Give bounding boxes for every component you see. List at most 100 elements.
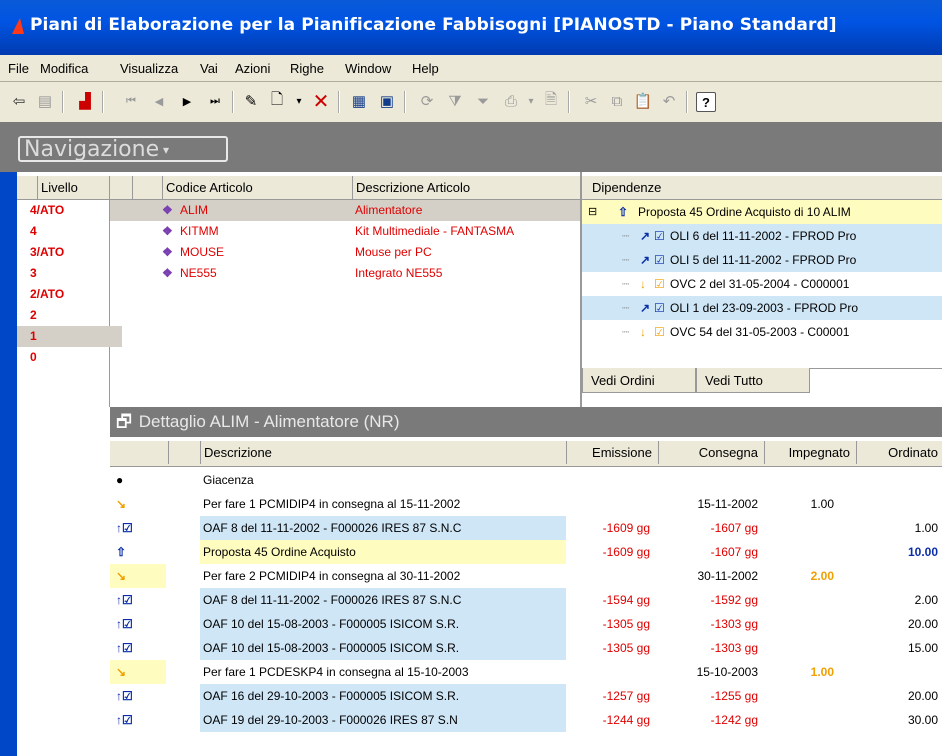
level-item[interactable]: 0 [17,347,122,368]
menu-righe[interactable]: Righe [290,61,324,76]
dependency-item[interactable]: ┈ ↓ ☑ OVC 2 del 31-05-2004 - C000001 [582,272,942,296]
menu-label: Vai [200,61,218,76]
tab-vedi-tutto[interactable]: Vedi Tutto [696,368,810,393]
detail-header-blank [168,441,200,464]
article-row[interactable]: ❖ KITMM Kit Multimediale - FANTASMA [110,221,580,242]
menu-vai[interactable]: Vai [200,61,218,76]
row-type-icon: ↘ [110,564,166,588]
copy-icon[interactable]: ⧉ [606,90,628,112]
tree-line: ┈ [622,301,630,315]
detail-desc-header[interactable]: Descrizione [200,441,566,464]
paste-icon[interactable]: 📋 [632,90,654,112]
row-type-icon: ● [110,468,166,492]
menu-file[interactable]: File [8,61,29,76]
menu-azioni[interactable]: Azioni [235,61,270,76]
detail-row[interactable]: ↑☑ OAF 8 del 11-11-2002 - F000026 IRES 87… [110,588,942,612]
dependency-root[interactable]: ⊟ ⇧ Proposta 45 Ordine Acquisto di 10 ALIM [582,200,942,224]
signal-icon[interactable]: ▟ [74,90,96,112]
article-desc: Alimentatore [355,203,423,217]
print-dropdown-icon[interactable]: ▾ [520,90,542,112]
title-bar[interactable]: Piani di Elaborazione per la Pianificazi… [0,0,942,55]
detail-row[interactable]: ↑☑ OAF 8 del 11-11-2002 - F000026 IRES 87… [110,516,942,540]
form-view-icon[interactable]: ▣ [376,90,398,112]
properties-icon[interactable]: ▤ [34,90,56,112]
menu-visualizza[interactable]: Visualizza [120,61,178,76]
row-type-icon: ⇧ [110,540,166,564]
dependency-item[interactable]: ┈ ↗ ☑ OLI 1 del 23-09-2003 - FPROD Pro [582,296,942,320]
row-type-icon: ↑☑ [110,516,166,540]
toolbar-separator [62,91,64,113]
chevron-down-icon: ▾ [159,143,169,157]
dependency-item[interactable]: ┈ ↗ ☑ OLI 5 del 11-11-2002 - FPROD Pro [582,248,942,272]
toolbar-separator [102,91,104,113]
dependency-item[interactable]: ┈ ↓ ☑ OVC 54 del 31-05-2003 - C00001 [582,320,942,344]
row-description: OAF 8 del 11-11-2002 - F000026 IRES 87 S… [200,588,566,612]
level-item[interactable]: 2 [17,305,122,326]
article-code: ALIM [180,203,209,217]
next-record-icon[interactable]: ▶ [176,90,198,112]
row-ordinato [856,492,942,516]
detail-row[interactable]: ● Giacenza [110,468,942,492]
row-description: Giacenza [200,468,566,492]
tab-vedi-ordini[interactable]: Vedi Ordini [582,368,696,393]
article-row[interactable]: ❖ MOUSE Mouse per PC [110,242,580,263]
level-item[interactable]: 4 [17,221,122,242]
edit-icon[interactable]: ✎ [240,90,262,112]
level-item[interactable]: 1 [17,326,122,347]
menu-help[interactable]: Help [412,61,439,76]
detail-row[interactable]: ⇧ Proposta 45 Ordine Acquisto -1609 gg -160… [110,540,942,564]
level-item[interactable]: 3/ATO [17,242,122,263]
article-icon: ❖ [162,266,173,280]
article-desc-header[interactable]: Descrizione Articolo [352,176,580,199]
cut-icon[interactable]: ✂ [580,90,602,112]
row-emissione: -1594 gg [602,593,650,607]
new-icon[interactable]: 🗋 [266,90,288,112]
detail-ordinato-header[interactable]: Ordinato [856,441,942,464]
navigation-band: Navigazione ▾ [0,122,942,174]
detail-consegna-header[interactable]: Consegna [658,441,764,464]
detail-row[interactable]: ↘ Per fare 1 PCMIDIP4 in consegna al 15-1… [110,492,942,516]
article-row[interactable]: ❖ ALIM Alimentatore [110,200,580,221]
dependency-item[interactable]: ┈ ↗ ☑ OLI 6 del 11-11-2002 - FPROD Pro [582,224,942,248]
detail-impegnato-header[interactable]: Impegnato [764,441,856,464]
properties-icon: 🗗 [116,412,132,431]
filter-icon[interactable]: ⧩ [444,90,466,112]
row-consegna: -1303 gg [710,641,758,655]
article-row[interactable]: ❖ NE555 Integrato NE555 [110,263,580,284]
row-consegna: -1242 gg [710,713,758,727]
detail-row[interactable]: ↑☑ OAF 10 del 15-08-2003 - F000005 ISICOM… [110,612,942,636]
row-consegna: 15-10-2003 [696,665,758,679]
refresh-icon[interactable]: ⟳ [416,90,438,112]
detail-row[interactable]: ↘ Per fare 2 PCMIDIP4 in consegna al 30-1… [110,564,942,588]
dropdown-arrow-icon[interactable]: ▾ [288,90,310,112]
help-icon[interactable]: ? [696,92,716,112]
last-record-icon[interactable]: ⏭ [204,90,226,112]
menu-window[interactable]: Window [345,61,391,76]
collapse-icon[interactable]: ⊟ [588,200,597,224]
levels-header-label[interactable]: Livello [37,176,110,199]
filter-funnel-icon[interactable]: ⏷ [472,90,494,112]
undo-icon[interactable]: ↶ [658,90,680,112]
detail-row[interactable]: ↑☑ OAF 16 del 29-10-2003 - F000005 ISICOM… [110,684,942,708]
toolbar-separator [232,91,234,113]
print-icon[interactable]: ⎙ [500,90,522,112]
app-logo-icon [12,18,24,34]
first-record-icon[interactable]: ⏮ [120,90,142,112]
level-item[interactable]: 4/ATO [17,200,122,221]
grid-view-icon[interactable]: ▦ [348,90,370,112]
detail-row[interactable]: ↑☑ OAF 10 del 15-08-2003 - F000005 ISICOM… [110,636,942,660]
detail-row[interactable]: ↘ Per fare 1 PCDESKP4 in consegna al 15-1… [110,660,942,684]
delete-icon[interactable]: ✕ [310,90,332,113]
prev-record-icon[interactable]: ◀ [148,90,170,112]
level-item[interactable]: 2/ATO [17,284,122,305]
exit-icon[interactable]: ⇦ [8,90,30,112]
detail-row[interactable]: ↑☑ OAF 19 del 29-10-2003 - F000026 IRES 8… [110,708,942,732]
level-item[interactable]: 3 [17,263,122,284]
article-code-header[interactable]: Codice Articolo [162,176,352,199]
print-preview-icon[interactable]: 🗎 [540,90,562,112]
detail-emissione-header[interactable]: Emissione [566,441,658,464]
row-impegnato [764,516,856,540]
row-ordinato [856,468,942,492]
navigation-button[interactable]: Navigazione ▾ [18,136,228,162]
menu-modifica[interactable]: Modifica [40,61,88,76]
